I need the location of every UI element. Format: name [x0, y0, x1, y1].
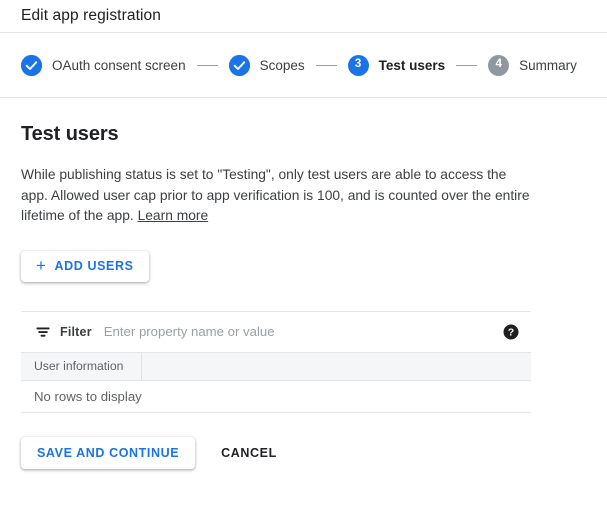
stepper-label-oauth-consent-screen: OAuth consent screen: [52, 57, 186, 73]
stepper-separator: [315, 64, 337, 66]
plus-icon: +: [36, 256, 47, 275]
learn-more-link[interactable]: Learn more: [138, 208, 209, 223]
add-users-button-label: ADD USERS: [54, 259, 134, 273]
check-circle-icon: [228, 54, 250, 76]
stepper-label-test-users: Test users: [378, 57, 446, 73]
page-header: Edit app registration: [0, 0, 607, 33]
table-header-row: User information: [21, 351, 531, 381]
save-and-continue-button[interactable]: SAVE AND CONTINUE: [21, 436, 196, 469]
save-and-continue-label: SAVE AND CONTINUE: [37, 445, 180, 460]
table-column-header-user-information[interactable]: User information: [21, 352, 142, 380]
stepper-step-summary[interactable]: 4 Summary: [488, 54, 577, 76]
stepper-separator: [196, 64, 218, 66]
filter-icon[interactable]: [35, 324, 51, 340]
stepper-label-summary: Summary: [519, 57, 577, 73]
svg-text:?: ?: [508, 326, 514, 338]
page-title: Edit app registration: [21, 7, 161, 24]
section-title: Test users: [21, 123, 119, 145]
filter-bar: Filter ?: [21, 312, 531, 352]
section-description: While publishing status is set to "Testi…: [21, 165, 535, 227]
test-users-table: Filter ? User information No rows to dis…: [21, 310, 531, 413]
table-empty-message: No rows to display: [21, 381, 531, 413]
stepper-label-scopes: Scopes: [259, 57, 305, 73]
step-number-circle-3: 3: [347, 54, 369, 76]
check-circle-icon: [21, 54, 42, 76]
filter-label: Filter: [60, 324, 92, 339]
add-users-button[interactable]: + ADD USERS: [21, 250, 149, 282]
stepper-step-scopes[interactable]: Scopes: [228, 54, 305, 76]
cancel-button[interactable]: CANCEL: [213, 437, 285, 469]
stepper-step-test-users[interactable]: 3 Test users: [347, 54, 446, 76]
footer-actions: SAVE AND CONTINUE CANCEL: [21, 436, 586, 469]
table-column-header-blank: [142, 353, 531, 380]
step-number-circle-4: 4: [488, 54, 510, 76]
help-icon[interactable]: ?: [503, 324, 519, 340]
section-description-text: While publishing status is set to "Testi…: [21, 167, 530, 223]
stepper-step-oauth-consent-screen[interactable]: OAuth consent screen: [21, 54, 186, 76]
main-content: Test users While publishing status is se…: [0, 98, 607, 469]
wizard-stepper: OAuth consent screen Scopes 3 Test users…: [0, 33, 607, 98]
add-users-row: + ADD USERS: [21, 250, 586, 282]
filter-input[interactable]: [103, 324, 503, 339]
stepper-separator: [456, 64, 478, 66]
